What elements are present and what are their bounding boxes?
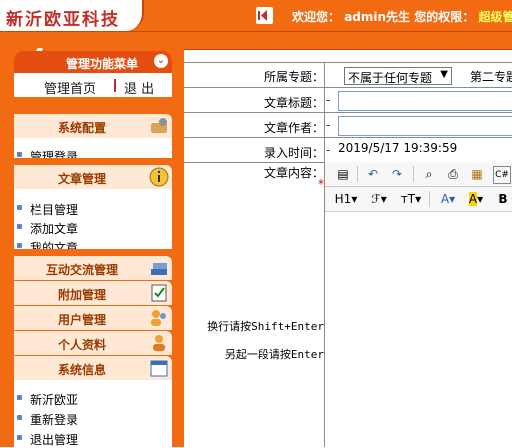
line-break-hint: 换行请按Shift+Enter (207, 320, 324, 333)
row-author: 文章作者： - (184, 112, 512, 138)
menu-item-exit[interactable]: 退出管理 (16, 431, 78, 447)
author-label: 文章作者： (263, 121, 324, 135)
row-time: 录入时间： - 2019/5/17 19:39:59 (184, 137, 512, 163)
profile-icon (153, 335, 165, 351)
rich-text-editor: ▤ ↶ ↷ ⌕ ⎙ ▦ C# H1▾ ℱ▾ тT▾ A▾ A▾ B (325, 162, 512, 447)
header-band (0, 32, 512, 50)
sidebar: 管理功能菜单 ⌄ 管理首页 退 出 系统配置 管理登录 文章管理 栏目管理 添加… (0, 48, 184, 447)
heading-button[interactable]: H1▾ (333, 191, 359, 207)
editor-content-area[interactable] (325, 212, 512, 447)
editor-toolbar-row2: H1▾ ℱ▾ тT▾ A▾ A▾ B (325, 187, 512, 212)
second-topic-label: 第二专题 (470, 70, 512, 84)
undo-icon[interactable]: ↶ (365, 166, 381, 182)
dropdown-arrow-icon: ▼ (440, 69, 448, 80)
section-profile[interactable]: 个人资料 (14, 331, 172, 355)
time-input[interactable]: 2019/5/17 19:39:59 (338, 141, 457, 155)
tools-icon (151, 118, 167, 133)
code-icon[interactable]: C# (493, 166, 511, 184)
redo-icon[interactable]: ↷ (389, 166, 405, 182)
content-top-strip (184, 50, 512, 62)
menu-item-add-article[interactable]: 添加文章 (16, 220, 78, 237)
topic-select[interactable]: 不属于任何专题 ▼ (344, 67, 452, 85)
required-mark: * (318, 177, 324, 191)
section-users[interactable]: 用户管理 (14, 306, 172, 330)
font-color-button[interactable]: A▾ (437, 191, 459, 207)
section-interaction[interactable]: 互动交流管理 (14, 256, 172, 280)
template-icon[interactable]: ▦ (469, 166, 485, 182)
row-topic: 所属专题： 不属于任何专题 ▼ 第二专题 (184, 62, 512, 88)
section-addons[interactable]: 附加管理 (14, 281, 172, 305)
info-icon (149, 167, 169, 187)
section-system-info[interactable]: 系统信息 (14, 356, 172, 380)
preview-icon[interactable]: ⌕ (421, 166, 437, 182)
users-icon (151, 310, 166, 326)
print-icon[interactable]: ⎙ (445, 166, 461, 182)
row-title: 文章标题： - (184, 87, 512, 113)
collapse-icon[interactable]: ⌄ (154, 54, 168, 68)
bold-button[interactable]: B (495, 191, 511, 207)
editor-toolbar-row1: ▤ ↶ ↷ ⌕ ⎙ ▦ C# (325, 162, 512, 187)
source-icon[interactable]: ▤ (335, 166, 351, 182)
section-system-info-items: 新沂欧亚 重新登录 退出管理 (14, 380, 172, 447)
menu-item-columns[interactable]: 栏目管理 (16, 201, 78, 218)
logout-link[interactable]: 退 出 (124, 78, 154, 97)
top-header: 新沂欧亚科技 欢迎您： admin先生 您的权限： 超级管 (0, 0, 512, 32)
section-system-config[interactable]: 系统配置 (14, 114, 172, 138)
section-article-items: 栏目管理 添加文章 我的文章 (14, 189, 172, 249)
stack-icon (151, 263, 167, 275)
paragraph-hint: 另起一段请按Enter (224, 348, 324, 361)
checklist-icon (151, 284, 167, 302)
topic-label: 所属专题： (263, 70, 324, 84)
author-input[interactable] (338, 116, 512, 136)
menu-item-xinyi[interactable]: 新沂欧亚 (16, 391, 78, 408)
menu-item-my-articles[interactable]: 我的文章 (16, 239, 78, 249)
site-logo-text: 新沂欧亚科技 (6, 10, 120, 30)
font-size-button[interactable]: тT▾ (399, 191, 423, 207)
home-link[interactable]: 管理首页 (44, 78, 96, 97)
title-input[interactable] (338, 91, 512, 111)
menu-panel-header: 管理功能菜单 ⌄ (14, 51, 172, 73)
content-label: 文章内容： (263, 166, 324, 180)
time-label: 录入时间： (263, 146, 324, 160)
menu-item-login-admin[interactable]: 管理登录 (16, 148, 78, 158)
link-divider (114, 79, 116, 92)
site-logo: 新沂欧亚科技 (0, 0, 144, 31)
welcome-text: 欢迎您： admin先生 您的权限： 超级管 (292, 8, 512, 25)
section-article-manage[interactable]: 文章管理 (14, 165, 172, 189)
title-label: 文章标题： (263, 96, 324, 110)
arrow-left-icon[interactable] (256, 7, 273, 24)
permission-value: 超级管 (478, 10, 512, 24)
calendar-icon (150, 360, 168, 377)
menu-panel-links: 管理首页 退 出 (14, 73, 172, 97)
bg-color-button[interactable]: A▾ (465, 191, 487, 207)
username: admin先生 (344, 10, 411, 24)
section-system-config-items: 管理登录 (14, 138, 172, 158)
menu-item-relogin[interactable]: 重新登录 (16, 411, 78, 428)
font-family-button[interactable]: ℱ▾ (367, 191, 391, 207)
